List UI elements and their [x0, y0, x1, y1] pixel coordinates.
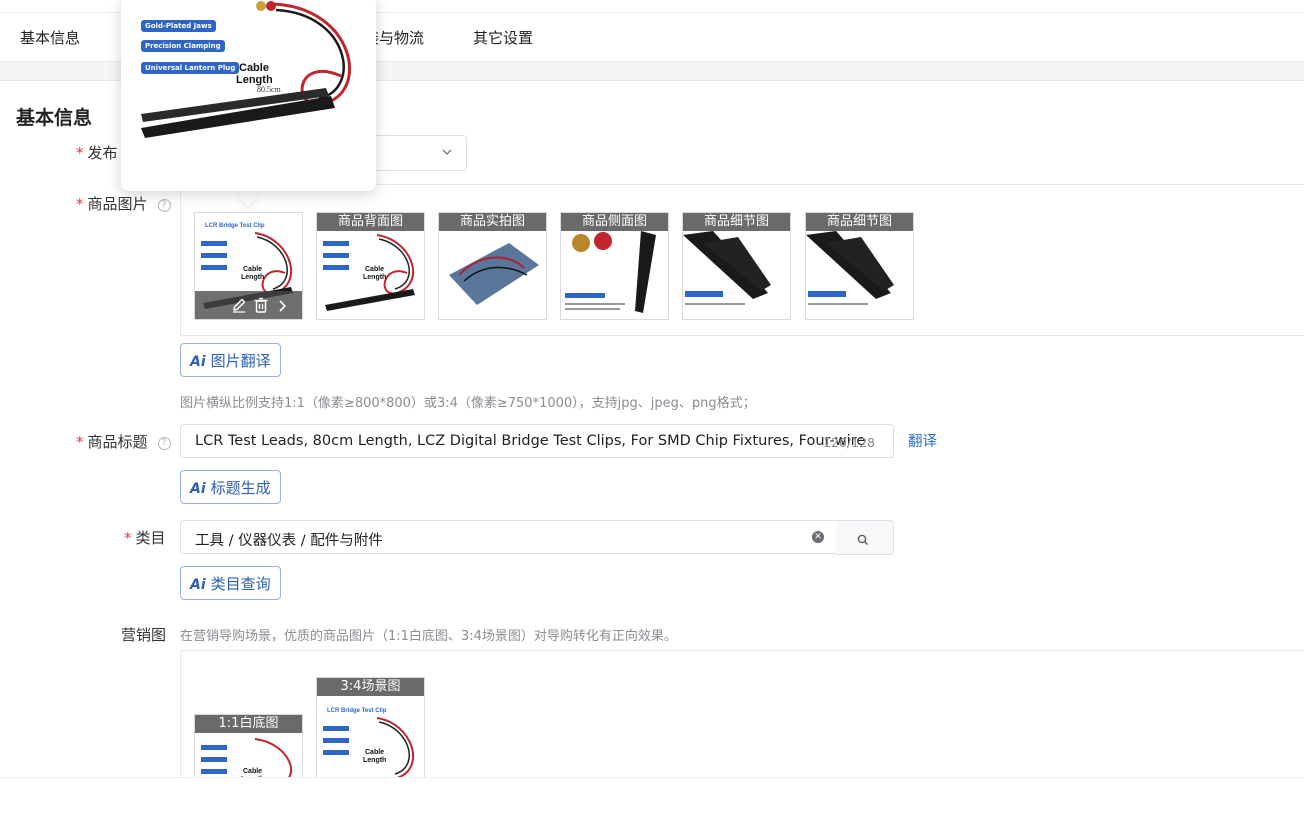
required-mark: *	[76, 195, 84, 213]
svg-text:Cable: Cable	[243, 266, 262, 273]
ai-icon: Ai	[190, 354, 206, 370]
title-generate-button[interactable]: Ai 标题生成	[180, 470, 281, 504]
svg-text:Cable: Cable	[365, 749, 384, 756]
svg-text:Cable: Cable	[365, 266, 384, 273]
image-format-hint: 图片横纵比例支持1:1（像素≥800*800）或3:4（像素≥750*1000）…	[180, 396, 756, 411]
chevron-right-icon[interactable]	[277, 298, 287, 317]
required-mark: *	[76, 144, 84, 162]
tab-other-settings[interactable]: 其它设置	[473, 27, 533, 48]
edit-icon[interactable]	[231, 297, 247, 317]
image-type-label: 商品侧面图	[561, 213, 668, 231]
search-icon	[857, 531, 869, 550]
product-image-side[interactable]: 商品侧面图	[560, 212, 669, 320]
translate-link[interactable]: 翻译	[908, 430, 937, 451]
image-type-label: 商品实拍图	[439, 213, 546, 231]
category-search-button[interactable]	[836, 520, 894, 555]
marketing-image-scene[interactable]: LCR Bridge Test Clip Cable Length 3:4场景图	[316, 677, 425, 789]
marketing-hint: 在营销导购场景，优质的商品图片（1:1白底图、3:4场景图）对导购转化有正向效果…	[180, 629, 677, 644]
clear-icon[interactable]: ✕	[812, 531, 824, 543]
product-images-label: * 商品图片?	[76, 193, 171, 214]
image-tools	[195, 291, 302, 319]
image-type-label: 3:4场景图	[317, 678, 424, 696]
publish-label: * 发布	[76, 144, 118, 162]
product-image-photo[interactable]: 商品实拍图	[438, 212, 547, 320]
section-title: 基本信息	[16, 107, 93, 129]
product-title-value: LCR Test Leads, 80cm Length, LCZ Digital…	[195, 433, 866, 449]
bottom-area	[0, 777, 1304, 831]
required-mark: *	[76, 433, 84, 451]
image-type-label: 商品背面图	[317, 213, 424, 231]
svg-text:LCR Bridge Test Clip: LCR Bridge Test Clip	[205, 223, 265, 229]
image-type-label: 商品细节图	[683, 213, 790, 231]
product-title-input[interactable]: LCR Test Leads, 80cm Length, LCZ Digital…	[180, 424, 894, 458]
help-icon[interactable]: ?	[157, 437, 171, 450]
image-translate-button[interactable]: Ai 图片翻译	[180, 343, 281, 377]
image-type-label: 1:1白底图	[195, 715, 302, 733]
product-image-detail-2[interactable]: 商品细节图	[805, 212, 914, 320]
chevron-down-icon	[442, 146, 452, 159]
char-counter: 120/128	[823, 435, 875, 450]
preview-product-image	[141, 1, 352, 138]
svg-text:LCR Bridge Test Clip: LCR Bridge Test Clip	[327, 708, 387, 714]
product-image-back[interactable]: Cable Length 商品背面图	[316, 212, 425, 320]
svg-text:Cable: Cable	[243, 768, 262, 775]
category-label: * 类目	[124, 529, 166, 547]
svg-text:Length: Length	[363, 757, 386, 764]
cable-length-value: 80.5cm	[257, 85, 281, 94]
image-type-label: 商品细节图	[806, 213, 913, 231]
delete-icon[interactable]	[253, 297, 269, 317]
svg-text:Length: Length	[241, 274, 264, 281]
category-value: 工具 / 仪器仪表 / 配件与附件	[195, 533, 383, 549]
tab-basic-info[interactable]: 基本信息	[20, 27, 80, 48]
cable-title: Cable	[239, 62, 269, 74]
marketing-image-label: 营销图	[121, 626, 167, 644]
image-preview-popup: Gold-Plated Jaws Precision Clamping Univ…	[121, 0, 376, 191]
product-title-label: * 商品标题?	[76, 431, 171, 452]
category-input[interactable]: 工具 / 仪器仪表 / 配件与附件 ✕	[180, 520, 837, 554]
help-icon[interactable]: ?	[157, 199, 171, 212]
svg-text:Length: Length	[363, 274, 386, 281]
product-image-detail-1[interactable]: 商品细节图	[682, 212, 791, 320]
required-mark: *	[124, 529, 132, 547]
product-image-main[interactable]: LCR Bridge Test Clip Cable Length	[194, 212, 303, 320]
ai-icon: Ai	[190, 481, 206, 497]
ai-icon: Ai	[190, 577, 206, 593]
category-query-button[interactable]: Ai 类目查询	[180, 566, 281, 600]
marketing-image-white[interactable]: Cable Length 1:1白底图	[194, 714, 303, 786]
